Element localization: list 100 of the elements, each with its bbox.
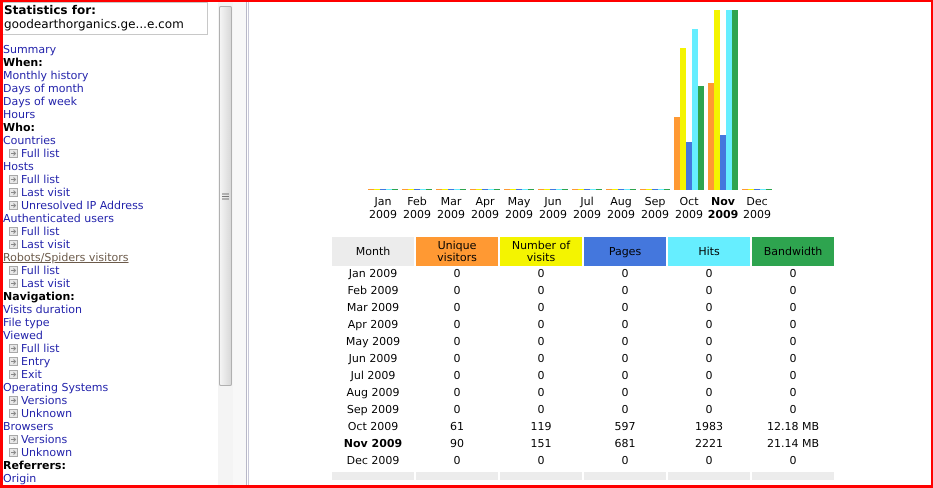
sub-link[interactable]: Entry <box>21 355 50 368</box>
table-cell-text: 0 <box>788 385 798 402</box>
sub-link[interactable]: Unknown <box>21 446 72 459</box>
table-cell-text: 0 <box>704 266 714 282</box>
column-header: Number of visits <box>500 237 582 266</box>
table-cell-text: 0 <box>620 351 630 368</box>
sub-link[interactable]: Full list <box>21 173 60 186</box>
nav-link[interactable]: Origin <box>3 472 36 485</box>
arrow-box-icon <box>9 409 18 418</box>
nav-link[interactable]: Operating Systems <box>3 381 108 394</box>
scrollbar-thumb[interactable] <box>219 6 232 386</box>
table-cell-text: 0 <box>620 300 630 316</box>
nav-link[interactable]: Viewed <box>3 329 43 342</box>
month-label: Nov <box>711 195 735 208</box>
month-label: Oct <box>679 195 699 208</box>
table-cell-text: 61 <box>449 419 465 436</box>
sub-link[interactable]: Last visit <box>21 238 70 251</box>
nav-link[interactable]: Visits duration <box>3 303 82 316</box>
table-cell-text: 0 <box>536 317 546 334</box>
table-cell-text: 0 <box>536 283 546 300</box>
sub-link[interactable]: Full list <box>21 147 60 160</box>
arrow-box-icon <box>9 435 18 444</box>
table-cell-text: 2221 <box>694 436 724 452</box>
sub-link[interactable]: Full list <box>21 342 60 355</box>
nav-link[interactable]: File type <box>3 316 50 329</box>
table-cell-text: 0 <box>788 402 798 418</box>
table-cell-text: 0 <box>452 283 462 300</box>
table-cell-text: 0 <box>536 300 546 316</box>
nav-link[interactable]: Authenticated users <box>3 212 114 225</box>
nav-link[interactable]: Monthly history <box>3 69 88 82</box>
sub-link[interactable]: Full list <box>21 225 60 238</box>
nav-link[interactable]: Days of month <box>3 82 84 95</box>
sub-link[interactable]: Versions <box>21 433 68 446</box>
year-label: 2009 <box>369 208 397 221</box>
section-heading: Referrers: <box>3 459 67 472</box>
sub-link[interactable]: Unresolved IP Address <box>21 199 144 212</box>
arrow-box-icon <box>9 149 18 158</box>
table-cell-text: 0 <box>704 317 714 334</box>
nav-link[interactable]: Countries <box>3 134 56 147</box>
nav-link[interactable]: Hours <box>3 108 36 121</box>
column-header: Hits <box>668 237 750 266</box>
year-label: 2009 <box>573 208 601 221</box>
month-label: Feb <box>407 195 427 208</box>
arrow-box-icon <box>9 448 18 457</box>
table-cell-text: 0 <box>452 334 462 350</box>
table-cell-text: 0 <box>704 334 714 350</box>
table-cell-text: 0 <box>704 385 714 402</box>
year-label: 2009 <box>607 208 635 221</box>
table-cell-text: 0 <box>620 385 630 402</box>
table-cell-text: 1983 <box>694 419 724 436</box>
table-cell-text: 597 <box>614 419 636 436</box>
month-label: Jul <box>580 195 594 208</box>
month-label: Sep <box>644 195 666 208</box>
table-cell-text: 0 <box>452 266 462 282</box>
table-cell-text: 0 <box>620 334 630 350</box>
month-label: Dec <box>746 195 768 208</box>
arrow-box-icon <box>9 227 18 236</box>
table-cell-text: May 2009 <box>344 334 402 350</box>
arrow-box-icon <box>9 357 18 366</box>
table-cell-text: 0 <box>788 266 798 282</box>
month-label: Aug <box>610 195 632 208</box>
grip-icon <box>222 192 229 200</box>
month-label: May <box>508 195 530 208</box>
year-label: 2009 <box>539 208 567 221</box>
table-cell-text: 0 <box>536 368 546 384</box>
nav-link[interactable]: Summary <box>3 43 56 56</box>
nav-link[interactable]: Hosts <box>3 160 34 173</box>
nav-link[interactable]: Browsers <box>3 420 54 433</box>
nav-link[interactable]: Robots/Spiders visitors <box>3 251 129 264</box>
sub-link[interactable]: Versions <box>21 394 68 407</box>
sub-link[interactable]: Last visit <box>21 186 70 199</box>
scrollbar[interactable] <box>218 2 233 485</box>
table-cell-text: 0 <box>788 453 798 470</box>
table-cell-text: 0 <box>620 283 630 300</box>
section-heading: Who: <box>3 121 36 134</box>
table-cell-text: 0 <box>536 453 546 470</box>
table-cell-text: 0 <box>452 453 462 470</box>
sub-link[interactable]: Last visit <box>21 277 70 290</box>
month-label: Jun <box>544 195 562 208</box>
table-cell-text: 0 <box>620 266 630 282</box>
arrow-box-icon <box>9 266 18 275</box>
table-cell-text: 0 <box>704 351 714 368</box>
sub-link[interactable]: Full list <box>21 264 60 277</box>
arrow-box-icon <box>9 188 18 197</box>
column-header: Pages <box>584 237 666 266</box>
sub-link[interactable]: Exit <box>21 368 42 381</box>
table-cell-text: 0 <box>704 300 714 316</box>
arrow-box-icon <box>9 370 18 379</box>
arrow-box-icon <box>9 344 18 353</box>
table-cell-text: 0 <box>536 351 546 368</box>
sub-link[interactable]: Unknown <box>21 407 72 420</box>
nav-link[interactable]: Days of week <box>3 95 77 108</box>
table-cell-text: Sep 2009 <box>346 402 400 418</box>
year-label: 2009 <box>708 208 738 221</box>
year-label: 2009 <box>641 208 669 221</box>
table-cell-text: 0 <box>788 334 798 350</box>
table-cell-text: Aug 2009 <box>346 385 400 402</box>
table-cell-text: Apr 2009 <box>346 317 400 334</box>
month-label: Jan <box>374 195 392 208</box>
table-cell-text: 0 <box>536 402 546 418</box>
